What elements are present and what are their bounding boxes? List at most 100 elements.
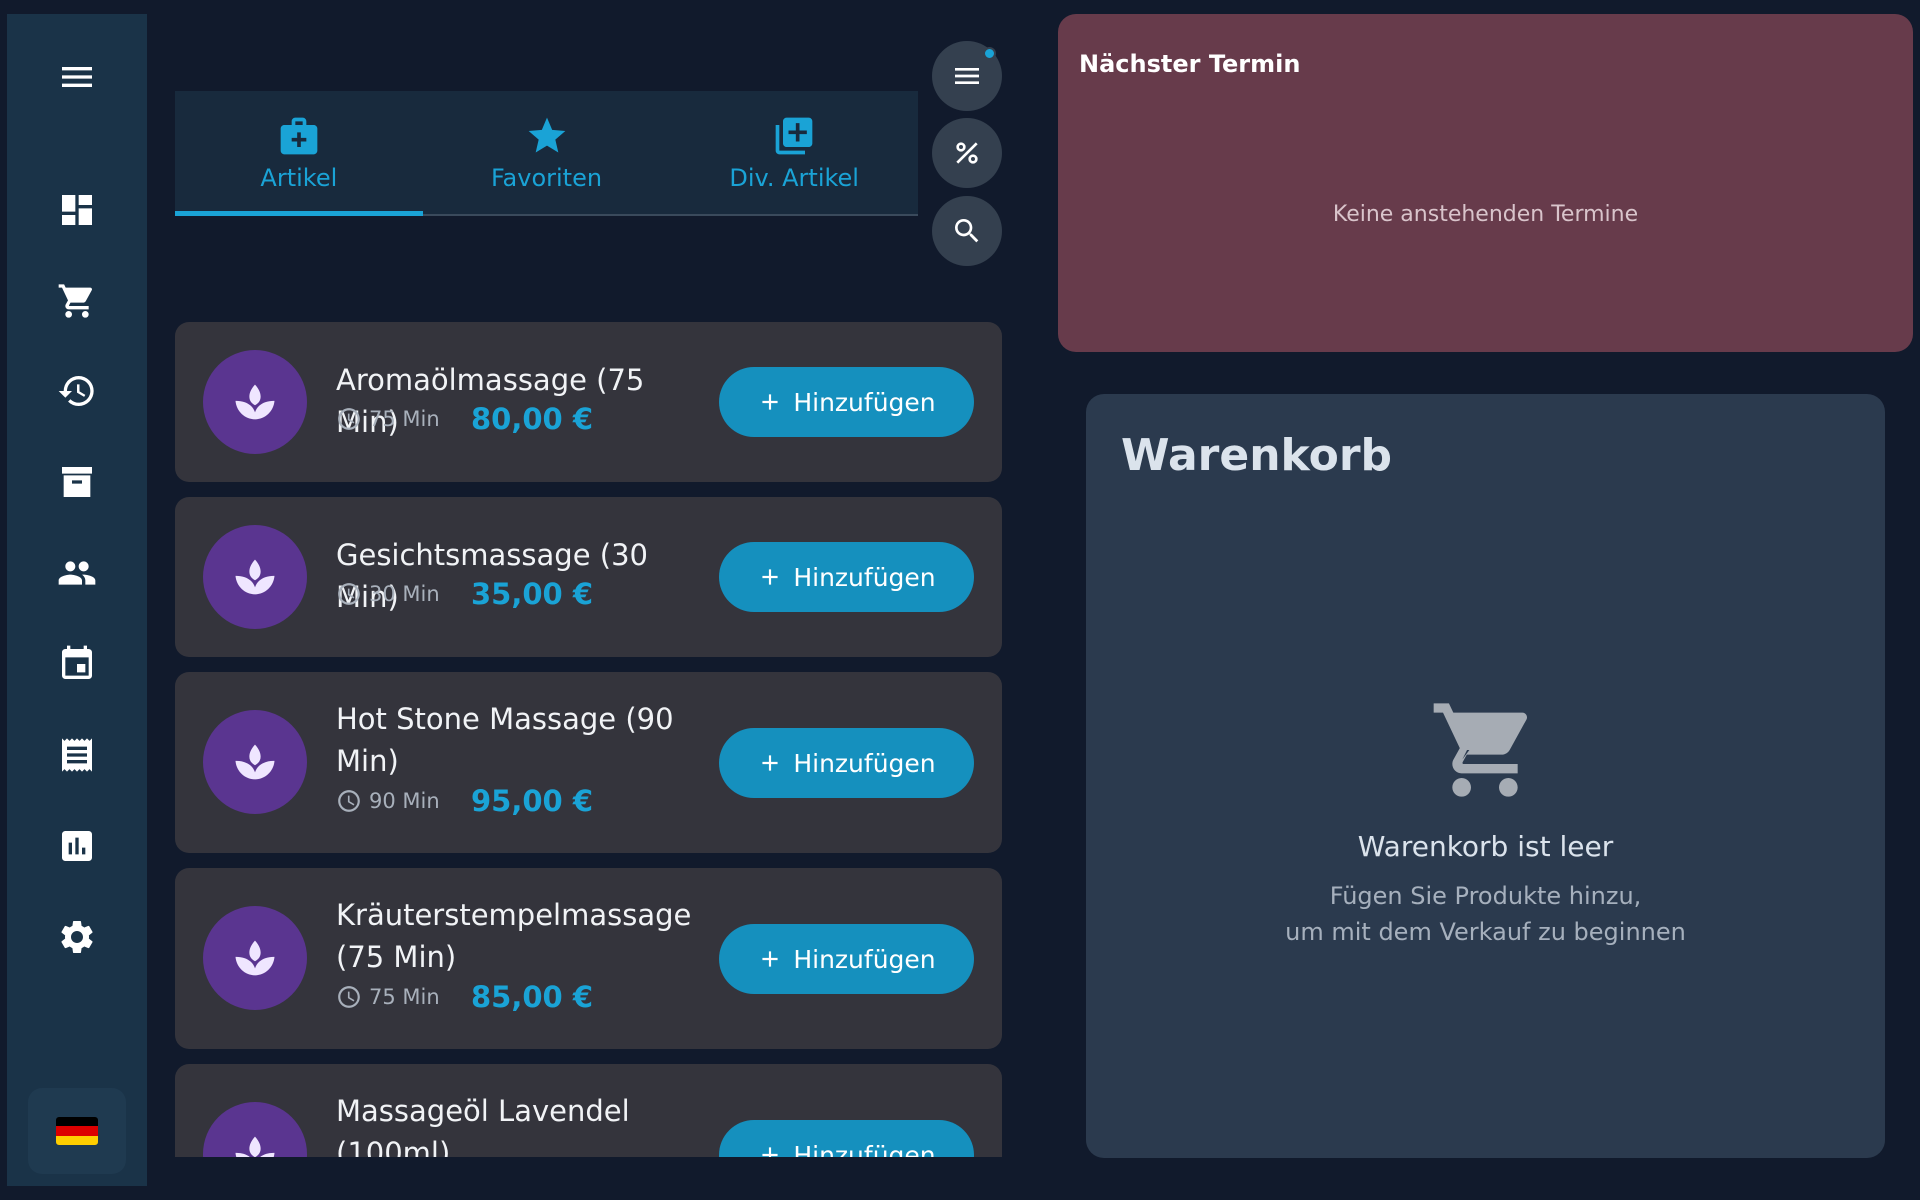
list-item[interactable]: Aromaölmassage (75 Min) 75 Min 80,00 € H… [175,322,1002,482]
product-price: 85,00 € [471,980,594,1014]
cart-title: Warenkorb [1121,430,1393,481]
cart-empty-illustration [1429,694,1541,806]
product-price: 80,00 € [471,402,594,436]
plus-icon [762,1147,778,1157]
library-add-icon [775,117,813,154]
product-meta: 75 Min 85,00 € [336,980,593,1014]
lotus-icon [235,940,275,976]
cart-panel: Warenkorb Warenkorb ist leer Fügen Sie P… [1086,394,1885,1158]
product-price: 95,00 € [471,784,594,818]
star-icon [528,117,565,152]
product-price: 35,00 € [471,577,594,611]
cart-icon [58,284,93,318]
archive-icon [62,467,92,497]
sidebar [7,14,147,1186]
tab-artikel[interactable]: Artikel [175,91,423,216]
product-meta: 90 Min 95,00 € [336,784,593,818]
sidebar-item-settings[interactable] [7,907,147,967]
clock-icon [338,583,360,605]
tab-label: Artikel [260,163,338,192]
add-to-cart-button[interactable]: Hinzufügen [719,924,974,994]
lotus-icon [235,559,275,595]
list-item[interactable]: Hot Stone Massage (90 Min) 90 Min 95,00 … [175,672,1002,853]
discount-button[interactable] [932,118,1002,188]
calendar-icon [62,645,92,679]
product-avatar [203,906,307,1010]
tab-favoriten[interactable]: Favoriten [423,91,671,214]
history-icon [58,376,94,406]
product-name: Kräuterstempelmassage (75 Min) [336,898,692,974]
medical-bag-icon [280,117,318,154]
receipt-icon [62,738,92,772]
cart-empty-hint: Fügen Sie Produkte hinzu, um mit dem Ver… [1086,878,1885,950]
sidebar-item-cart[interactable] [7,271,147,331]
add-to-cart-button[interactable]: Hinzufügen [719,367,974,437]
appointment-empty-text: Keine anstehenden Termine [1332,202,1639,227]
product-duration: 75 Min [369,985,440,1009]
sidebar-item-archive[interactable] [7,452,147,512]
sidebar-item-customers[interactable] [7,543,147,603]
reports-icon [62,831,92,861]
add-button-label: Hinzufügen [793,748,936,778]
dashboard-icon [62,195,92,225]
product-duration: 90 Min [369,789,440,813]
search-icon [955,219,979,243]
clock-icon [338,790,360,812]
product-name: Massageöl Lavendel (100ml) [336,1094,630,1157]
product-avatar [203,525,307,629]
add-button-label: Hinzufügen [793,387,936,417]
percent-icon [956,142,978,164]
appointment-title: Nächster Termin [1079,50,1301,78]
sidebar-item-dashboard[interactable] [7,180,147,240]
add-to-cart-button[interactable]: Hinzufügen [719,1120,974,1157]
next-appointment-panel[interactable]: Nächster Termin Keine anstehenden Termin… [1058,14,1913,352]
language-button[interactable] [28,1088,126,1174]
menu-icon [955,68,979,84]
de-flag-icon [56,1117,98,1145]
plus-icon [762,569,778,585]
add-to-cart-button[interactable]: Hinzufügen [719,728,974,798]
product-meta: 75 Min 80,00 € [336,402,593,436]
sidebar-item-receipts[interactable] [7,725,147,785]
product-list: Aromaölmassage (75 Min) 75 Min 80,00 € H… [175,322,1002,1157]
search-button[interactable] [932,196,1002,266]
category-tabs: Artikel Favoriten Div. Artikel [175,91,918,216]
product-avatar [203,710,307,814]
add-button-label: Hinzufügen [793,944,936,974]
tab-label: Favoriten [490,163,603,192]
menu-toggle-button[interactable] [7,47,147,107]
list-item[interactable]: Massageöl Lavendel (100ml) Hinzufügen [175,1064,1002,1157]
menu-button[interactable] [932,41,1002,111]
product-name: Hot Stone Massage (90 Min) [336,702,674,778]
list-item[interactable]: Gesichtsmassage (30 Min) 30 Min 35,00 € … [175,497,1002,657]
customers-icon [58,561,96,585]
notification-dot [983,47,996,60]
sidebar-item-history[interactable] [7,361,147,421]
plus-icon [762,951,778,967]
product-duration: 75 Min [369,407,440,431]
clock-icon [338,408,360,430]
lotus-icon [235,744,275,780]
shopping-cart-icon [1433,703,1528,797]
settings-icon [61,921,93,953]
add-button-label: Hinzufügen [793,1140,936,1158]
menu-icon [62,67,92,87]
product-duration: 30 Min [369,582,440,606]
cart-hint-line: um mit dem Verkauf zu beginnen [1285,918,1686,946]
product-meta: 30 Min 35,00 € [336,577,593,611]
lotus-icon [235,384,275,420]
sidebar-item-reports[interactable] [7,816,147,876]
plus-icon [762,755,778,771]
add-to-cart-button[interactable]: Hinzufügen [719,542,974,612]
cart-empty-title: Warenkorb ist leer [1357,830,1614,863]
clock-icon [338,986,360,1008]
product-avatar [203,350,307,454]
lotus-icon [235,1136,275,1157]
tab-div-artikel[interactable]: Div. Artikel [670,91,918,214]
tab-label: Div. Artikel [729,163,859,192]
plus-icon [762,394,778,410]
sidebar-item-calendar[interactable] [7,634,147,694]
cart-hint-line: Fügen Sie Produkte hinzu, [1329,882,1642,910]
list-item[interactable]: Kräuterstempelmassage (75 Min) 75 Min 85… [175,868,1002,1049]
product-avatar [203,1102,307,1157]
